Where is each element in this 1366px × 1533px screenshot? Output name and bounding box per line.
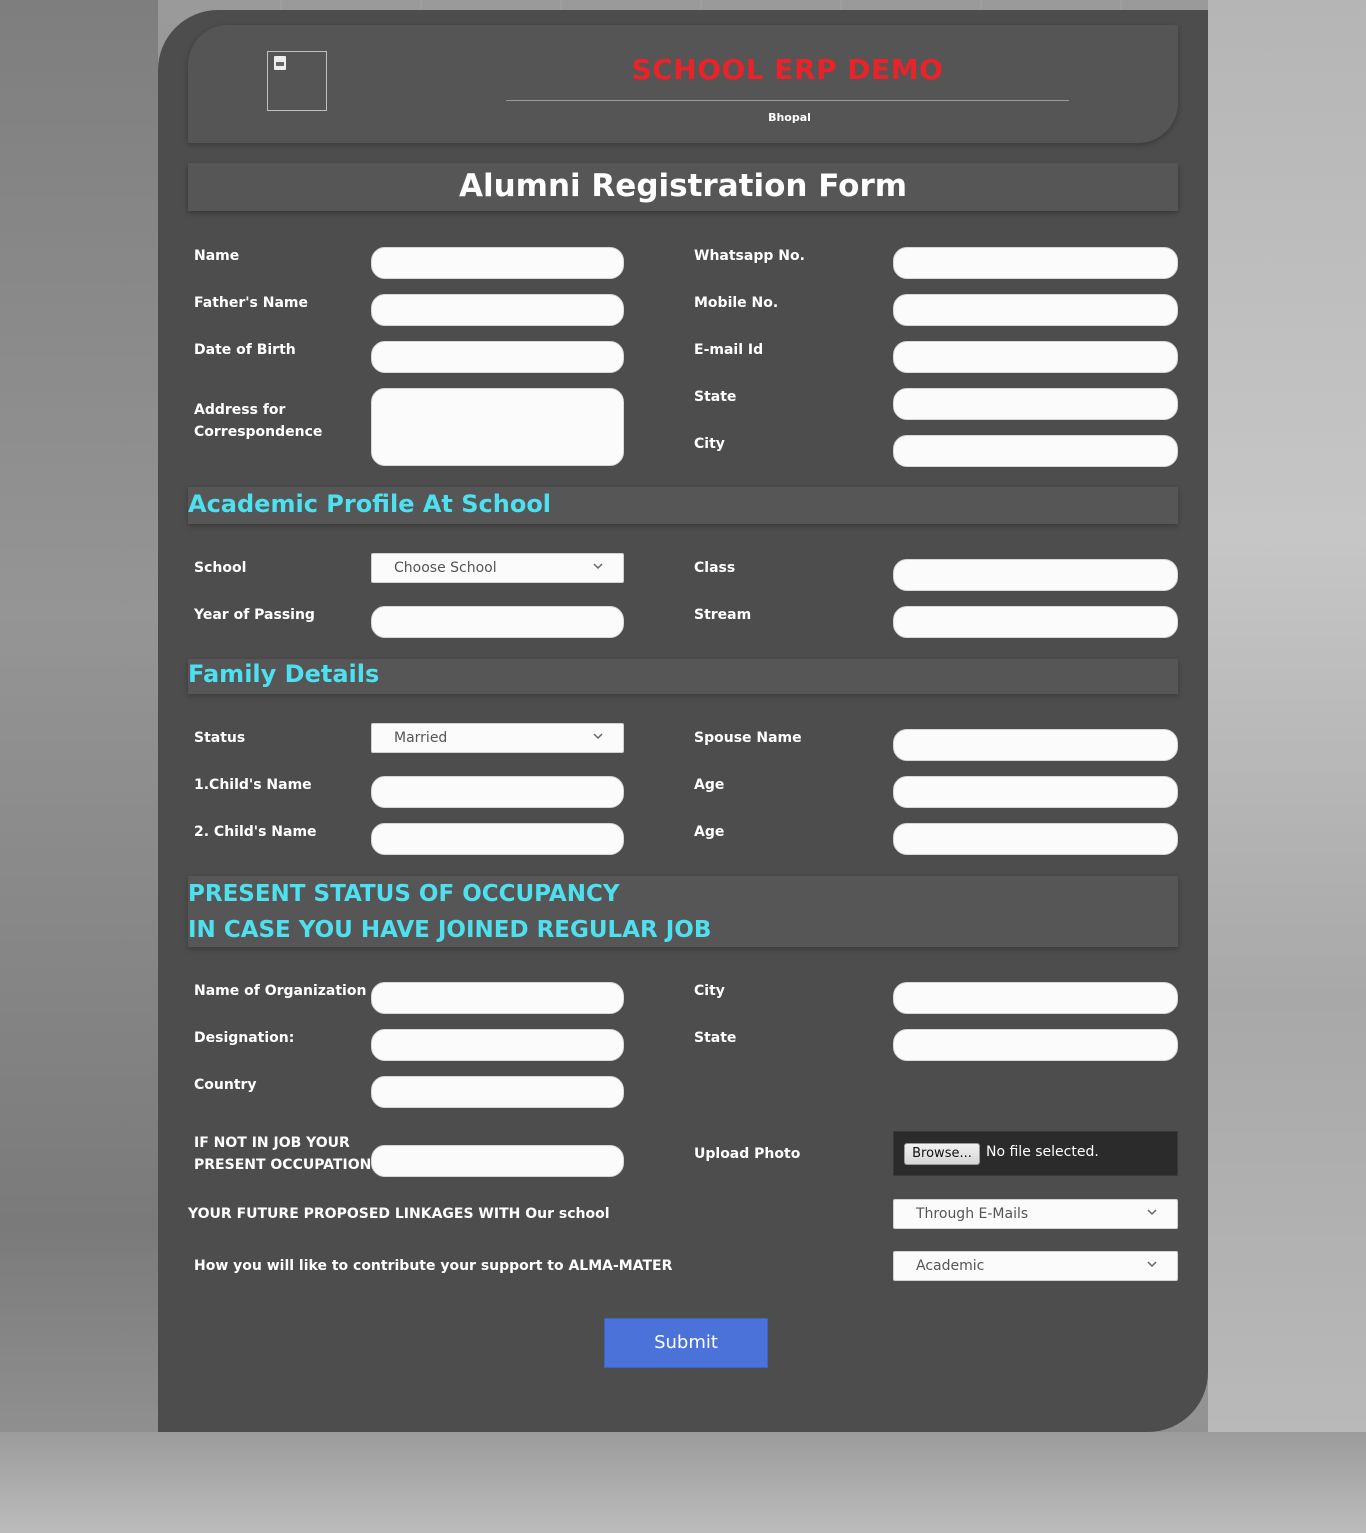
contribute-label: How you will like to contribute your sup… <box>194 1258 673 1274</box>
state-input[interactable] <box>893 388 1178 420</box>
form-panel: SCHOOL ERP DEMO Bhopal Alumni Registrati… <box>158 10 1208 1432</box>
job-city-input[interactable] <box>893 982 1178 1014</box>
occupancy-title-line1: PRESENT STATUS OF OCCUPANCY <box>188 881 620 907</box>
job-city-label: City <box>694 983 725 999</box>
child1-age-label: Age <box>694 777 725 793</box>
country-label: Country <box>194 1077 257 1093</box>
form-title-bar: Alumni Registration Form <box>188 163 1178 211</box>
name-input[interactable] <box>371 247 624 279</box>
class-input[interactable] <box>893 559 1178 591</box>
father-name-input[interactable] <box>371 294 624 326</box>
whatsapp-label: Whatsapp No. <box>694 248 805 264</box>
class-label: Class <box>694 560 736 576</box>
designation-input[interactable] <box>371 1029 624 1061</box>
status-label: Status <box>194 730 246 746</box>
whatsapp-input[interactable] <box>893 247 1178 279</box>
school-logo <box>267 51 327 111</box>
header: SCHOOL ERP DEMO Bhopal <box>188 25 1178 143</box>
country-input[interactable] <box>371 1076 624 1108</box>
school-select[interactable]: Choose School <box>371 553 624 583</box>
submit-button[interactable]: Submit <box>604 1318 768 1368</box>
name-label: Name <box>194 248 240 264</box>
state-label: State <box>694 389 737 405</box>
present-occupation-label-line1: IF NOT IN JOB YOUR <box>194 1135 350 1151</box>
address-textarea[interactable] <box>371 388 624 466</box>
linkages-select[interactable]: Through E-Mails <box>893 1199 1178 1229</box>
chevron-down-icon <box>1147 1209 1157 1216</box>
email-label: E-mail Id <box>694 342 764 358</box>
school-select-value: Choose School <box>394 560 497 576</box>
child2-age-label: Age <box>694 824 725 840</box>
background-right <box>1208 0 1366 1533</box>
occupancy-title-line2: IN CASE YOU HAVE JOINED REGULAR JOB <box>188 917 712 943</box>
photo-file-input[interactable]: Browse... No file selected. <box>893 1131 1178 1176</box>
city-input[interactable] <box>893 435 1178 467</box>
broken-image-icon <box>274 56 286 70</box>
school-label: School <box>194 560 247 576</box>
spouse-name-label: Spouse Name <box>694 730 802 746</box>
present-occupation-label-line2: PRESENT OCCUPATION <box>194 1157 372 1173</box>
school-name: SCHOOL ERP DEMO <box>631 53 944 86</box>
present-occupation-input[interactable] <box>371 1145 624 1177</box>
linkages-label: YOUR FUTURE PROPOSED LINKAGES WITH Our s… <box>188 1206 610 1222</box>
chevron-down-icon <box>593 733 603 740</box>
email-input[interactable] <box>893 341 1178 373</box>
stream-label: Stream <box>694 607 752 623</box>
mobile-label: Mobile No. <box>694 295 779 311</box>
academic-section-title: Academic Profile At School <box>188 490 552 518</box>
browse-button[interactable]: Browse... <box>904 1143 980 1165</box>
organization-label: Name of Organization <box>194 983 367 999</box>
organization-input[interactable] <box>371 982 624 1014</box>
contribute-select[interactable]: Academic <box>893 1251 1178 1281</box>
contribute-select-value: Academic <box>916 1258 985 1274</box>
designation-label: Designation: <box>194 1030 295 1046</box>
child1-name-input[interactable] <box>371 776 624 808</box>
family-section-title: Family Details <box>188 660 380 688</box>
dob-input[interactable] <box>371 341 624 373</box>
present-occupation-label: IF NOT IN JOB YOUR PRESENT OCCUPATION <box>194 1132 371 1176</box>
background-bottom <box>0 1432 1366 1533</box>
title-divider <box>506 100 1069 101</box>
child2-name-label: 2. Child's Name <box>194 824 317 840</box>
year-passing-label: Year of Passing <box>194 607 315 623</box>
dob-label: Date of Birth <box>194 342 296 358</box>
page-title: Alumni Registration Form <box>458 168 908 204</box>
mobile-input[interactable] <box>893 294 1178 326</box>
linkages-select-value: Through E-Mails <box>916 1206 1029 1222</box>
school-city: Bhopal <box>768 111 811 124</box>
occupancy-section-title: PRESENT STATUS OF OCCUPANCY IN CASE YOU … <box>188 876 711 948</box>
chevron-down-icon <box>1147 1261 1157 1268</box>
stream-input[interactable] <box>893 606 1178 638</box>
marital-status-value: Married <box>394 730 448 746</box>
job-state-label: State <box>694 1030 737 1046</box>
city-label: City <box>694 436 725 452</box>
child1-name-label: 1.Child's Name <box>194 777 312 793</box>
background-left <box>0 0 158 1533</box>
chevron-down-icon <box>593 563 603 570</box>
marital-status-select[interactable]: Married <box>371 723 624 753</box>
upload-photo-label: Upload Photo <box>694 1146 801 1162</box>
spouse-name-input[interactable] <box>893 729 1178 761</box>
child2-name-input[interactable] <box>371 823 624 855</box>
child2-age-input[interactable] <box>893 823 1178 855</box>
child1-age-input[interactable] <box>893 776 1178 808</box>
job-state-input[interactable] <box>893 1029 1178 1061</box>
address-label: Address for Correspondence <box>194 402 323 440</box>
year-passing-input[interactable] <box>371 606 624 638</box>
father-name-label: Father's Name <box>194 295 308 311</box>
file-status: No file selected. <box>986 1144 1099 1160</box>
